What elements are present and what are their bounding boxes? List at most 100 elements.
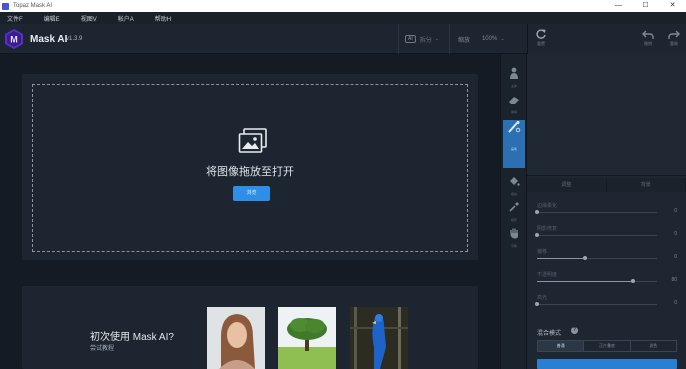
chevron-down-icon[interactable]: ⌄ <box>500 36 504 42</box>
save-button[interactable] <box>537 359 677 369</box>
tab-adjust[interactable]: 调整 <box>527 178 607 192</box>
app-version: v1.3.9 <box>66 36 83 42</box>
redo-label: 重做 <box>670 41 678 46</box>
slider-label: 不透明度 <box>537 272 558 278</box>
tool-label: 吸管 <box>510 218 517 222</box>
image-drop-zone[interactable]: 将图像拖放至打开 浏览 <box>32 84 468 252</box>
blend-mode-selector: 普通 正片叠底 滤色 <box>537 340 677 352</box>
slider-value: 0 <box>674 254 677 260</box>
zoom-dropdown[interactable]: 100% <box>482 36 497 42</box>
tool-bar: 主体 擦除 画笔 填充 吸管 平移 <box>500 54 527 369</box>
tutorial-thumbnail-portrait[interactable] <box>207 307 265 369</box>
split-view-dropdown[interactable]: 拆分 <box>420 35 432 44</box>
eraser-icon <box>509 97 519 104</box>
tutorial-thumbnail-tree[interactable] <box>278 307 336 369</box>
window-titlebar: Topaz Mask AI — ☐ ✕ <box>0 0 686 12</box>
slider-row: 阴影修复 0 <box>535 225 677 239</box>
refresh-icon <box>536 29 546 39</box>
workspace: 将图像拖放至打开 浏览 初次使用 Mask AI? 尝试教程 <box>0 54 500 369</box>
canvas-panel: 将图像拖放至打开 浏览 <box>22 74 478 260</box>
tool-label: 填充 <box>510 192 517 196</box>
close-button[interactable]: ✕ <box>659 0 686 12</box>
minimize-button[interactable]: — <box>605 0 632 12</box>
tab-background[interactable]: 背景 <box>607 178 686 192</box>
menu-view[interactable]: 视图V <box>81 14 97 23</box>
tool-label: 主体 <box>510 84 517 88</box>
app-header: M Mask AI v1.3.9 AI 拆分 ⌄ 缩放 100% ⌄ 重置 撤销 <box>0 24 686 54</box>
slider-fill <box>537 281 633 282</box>
navigator-preview <box>527 54 686 176</box>
tutorial-thumbnail-parrot[interactable] <box>350 307 408 369</box>
panel-tabs: 调整 背景 <box>527 178 686 192</box>
slider-handle[interactable] <box>583 256 587 260</box>
slider-label: 阴影修复 <box>537 226 558 232</box>
slider-handle[interactable] <box>535 233 539 237</box>
slider-value: 0 <box>674 208 677 214</box>
tool-label: 平移 <box>510 244 517 248</box>
ai-view-toggle[interactable]: AI <box>405 35 416 43</box>
reset-button[interactable]: 重置 <box>531 28 551 50</box>
svg-text:M: M <box>10 35 18 45</box>
app-icon <box>2 2 9 10</box>
redo-button[interactable]: 重做 <box>664 28 684 50</box>
menu-help[interactable]: 帮助H <box>155 14 171 23</box>
slider-handle[interactable] <box>631 279 635 283</box>
chevron-down-icon[interactable]: ⌄ <box>435 36 439 42</box>
eyedropper-icon <box>509 202 519 212</box>
blend-screen[interactable]: 滤色 <box>631 341 676 351</box>
slider-handle[interactable] <box>535 302 539 306</box>
tool-label: 擦除 <box>510 110 517 114</box>
undo-icon <box>642 30 654 39</box>
slider-label: 偏移 <box>537 249 548 255</box>
tool-subject[interactable]: 主体 <box>503 66 525 92</box>
divider <box>448 24 450 54</box>
slider-handle[interactable] <box>535 210 539 214</box>
fill-icon <box>510 177 520 186</box>
tutorial-title: 初次使用 Mask AI? <box>90 332 174 343</box>
window-title: Topaz Mask AI <box>13 3 53 9</box>
slider-value: 0 <box>674 300 677 306</box>
menu-bar: 文件F 编辑E 视图V 帐户A 帮助H <box>0 12 686 24</box>
tool-eyedropper[interactable]: 吸管 <box>503 200 525 226</box>
undo-button[interactable]: 撤销 <box>638 28 658 50</box>
menu-file[interactable]: 文件F <box>7 14 23 23</box>
slider-label: 高光 <box>537 295 548 301</box>
tool-label: 画笔 <box>510 147 517 151</box>
redo-icon <box>668 30 680 39</box>
drop-instruction: 将图像拖放至打开 <box>206 166 294 178</box>
image-icon <box>238 128 267 153</box>
app-name: Mask AI <box>30 34 68 45</box>
slider-value: 0 <box>674 231 677 237</box>
slider-track[interactable] <box>537 304 657 305</box>
slider-track[interactable] <box>537 235 657 236</box>
person-icon <box>510 67 518 79</box>
undo-label: 撤销 <box>644 41 652 46</box>
slider-track[interactable] <box>537 212 657 213</box>
reset-label: 重置 <box>537 41 545 46</box>
tutorial-panel: 初次使用 Mask AI? 尝试教程 <box>22 286 478 369</box>
zoom-label: 缩放 <box>457 37 470 44</box>
slider-label: 边缘柔化 <box>537 203 558 209</box>
hand-icon <box>509 228 518 239</box>
tool-brush[interactable]: 画笔 <box>503 120 525 168</box>
slider-row: 不透明度 80 <box>537 271 677 285</box>
browse-button[interactable]: 浏览 <box>233 186 270 201</box>
maximize-button[interactable]: ☐ <box>632 0 659 12</box>
help-icon[interactable]: ? <box>571 327 578 334</box>
adjustment-panel: 调整 背景 边缘柔化 0 阴影修复 0 偏移 0 不透明度 80 高光 0 混合模式 ? 普通 正… <box>527 54 686 369</box>
tool-fill[interactable]: 填充 <box>503 174 525 200</box>
slider-row: 高光 0 <box>535 294 677 308</box>
slider-row: 偏移 0 <box>537 248 677 262</box>
slider-fill <box>537 258 585 259</box>
menu-edit[interactable]: 编辑E <box>44 14 60 23</box>
blend-multiply[interactable]: 正片叠底 <box>584 341 631 351</box>
tool-eraser[interactable]: 擦除 <box>503 92 525 118</box>
menu-account[interactable]: 帐户A <box>118 14 134 23</box>
tool-pan[interactable]: 平移 <box>503 226 525 252</box>
tutorial-link[interactable]: 尝试教程 <box>90 343 114 352</box>
brush-icon <box>508 121 521 133</box>
slider-value: 80 <box>671 277 677 283</box>
slider-row: 边缘柔化 0 <box>535 202 677 216</box>
blend-normal[interactable]: 普通 <box>538 341 585 351</box>
view-controls: AI 拆分 ⌄ 缩放 100% ⌄ <box>398 24 526 54</box>
